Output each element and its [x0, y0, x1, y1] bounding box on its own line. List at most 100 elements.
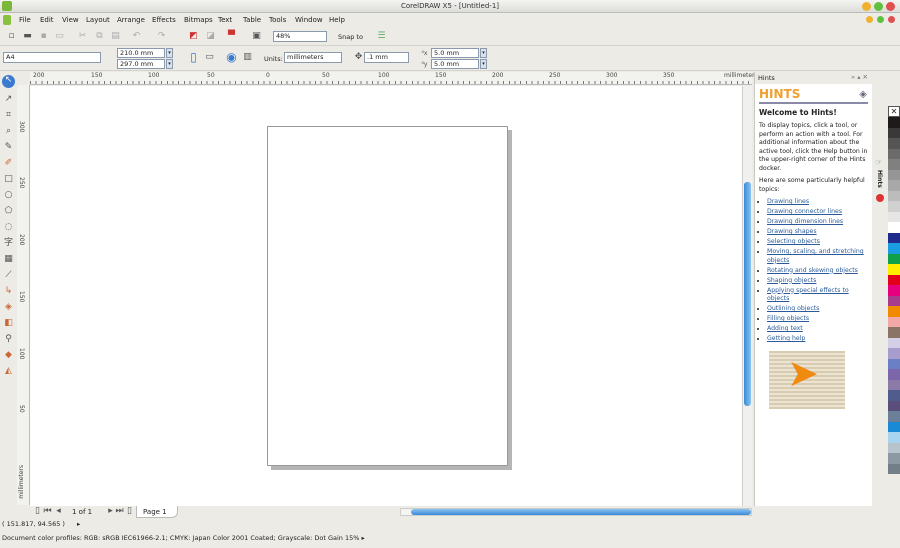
topic-link[interactable]: Drawing connector lines — [767, 208, 842, 215]
welcome-screen-icon[interactable]: ▣ — [251, 31, 262, 42]
menu-window[interactable]: Window — [295, 16, 323, 24]
undo-icon[interactable]: ↶ — [131, 31, 142, 42]
color-swatch[interactable] — [888, 211, 900, 222]
open-icon[interactable]: ▬ — [22, 31, 33, 42]
vertical-scroll-thumb[interactable] — [744, 182, 751, 406]
color-swatch[interactable] — [888, 295, 900, 306]
width-spinner[interactable]: ▾ — [166, 48, 173, 58]
color-swatch[interactable] — [888, 264, 900, 275]
transparency-tool-icon[interactable]: ◧ — [3, 318, 14, 329]
dup-y-spinner[interactable]: ▾ — [480, 59, 487, 69]
color-swatch[interactable] — [888, 222, 900, 233]
topic-link[interactable]: Adding text — [767, 325, 803, 332]
color-swatch[interactable] — [888, 453, 900, 464]
page-height-field[interactable]: 297.0 mm — [117, 59, 165, 69]
horizontal-ruler[interactable]: 200 150 100 50 0 50 100 150 200 250 300 … — [30, 72, 758, 85]
hints-side-tab[interactable]: Hints — [876, 170, 883, 188]
page-tab[interactable]: Page 1 — [136, 506, 178, 518]
color-swatch[interactable] — [888, 337, 900, 348]
topic-link[interactable]: Shaping objects — [767, 277, 816, 284]
height-spinner[interactable]: ▾ — [166, 59, 173, 69]
copy-icon[interactable]: ⧉ — [94, 31, 105, 42]
dup-x-spinner[interactable]: ▾ — [480, 48, 487, 58]
zoom-tool-icon[interactable]: ⌕ — [3, 126, 14, 137]
color-swatch[interactable] — [888, 306, 900, 317]
portrait-icon[interactable]: ▯ — [188, 51, 199, 63]
save-icon[interactable]: ▪ — [38, 31, 49, 42]
paste-icon[interactable]: ▤ — [110, 31, 121, 42]
application-launcher-icon[interactable]: ▀ — [226, 31, 237, 42]
menu-help[interactable]: Help — [329, 16, 345, 24]
color-swatch[interactable] — [888, 232, 900, 243]
menu-tools[interactable]: Tools — [269, 16, 286, 24]
freehand-tool-icon[interactable]: ✎ — [3, 142, 14, 153]
options-icon[interactable]: ☰ — [376, 31, 387, 42]
blend-tool-icon[interactable]: ◈ — [3, 302, 14, 313]
color-swatch[interactable] — [888, 432, 900, 443]
export-icon[interactable]: ◪ — [205, 31, 216, 42]
color-swatch[interactable] — [888, 421, 900, 432]
document-page[interactable] — [267, 126, 508, 466]
menu-layout[interactable]: Layout — [86, 16, 110, 24]
color-swatch[interactable] — [888, 369, 900, 380]
color-swatch[interactable] — [888, 390, 900, 401]
color-swatch[interactable] — [888, 327, 900, 338]
rectangle-tool-icon[interactable]: □ — [3, 174, 14, 185]
page-width-field[interactable]: 210.0 mm — [117, 48, 165, 58]
color-swatch[interactable] — [888, 400, 900, 411]
basic-shapes-icon[interactable]: ◌ — [3, 222, 14, 233]
topic-link[interactable]: Rotating and skewing objects — [767, 267, 858, 274]
color-swatch[interactable] — [888, 201, 900, 212]
color-swatch[interactable] — [888, 117, 900, 128]
minimize-button[interactable] — [862, 2, 871, 11]
fill-tool-icon[interactable]: ◭ — [3, 366, 14, 377]
nudge-field[interactable]: .1 mm — [364, 52, 409, 63]
current-page-icon[interactable]: ▥ — [242, 52, 253, 63]
prev-page-icon[interactable]: ◂ — [53, 506, 64, 517]
horizontal-scroll-thumb[interactable] — [411, 509, 751, 515]
color-swatch[interactable] — [888, 253, 900, 264]
hints-tab-icon[interactable]: ☞ — [875, 158, 882, 167]
menu-edit[interactable]: Edit — [40, 16, 54, 24]
color-swatch[interactable] — [888, 148, 900, 159]
pick-tool-icon[interactable]: ↖ — [2, 75, 15, 88]
menu-file[interactable]: File — [19, 16, 31, 24]
redo-icon[interactable]: ↷ — [156, 31, 167, 42]
menu-view[interactable]: View — [62, 16, 79, 24]
color-swatch[interactable] — [888, 285, 900, 296]
polygon-tool-icon[interactable]: ⬠ — [3, 206, 14, 217]
menu-arrange[interactable]: Arrange — [117, 16, 145, 24]
vertical-ruler[interactable]: 300 250 200 150 100 50 millimeters — [17, 85, 30, 505]
topic-link[interactable]: Drawing shapes — [767, 228, 817, 235]
smart-fill-icon[interactable]: ✐ — [3, 158, 14, 169]
topic-link[interactable]: Drawing dimension lines — [767, 218, 843, 225]
color-swatch[interactable] — [888, 169, 900, 180]
color-swatch[interactable] — [888, 127, 900, 138]
duplicate-y-field[interactable]: 5.0 mm — [431, 59, 479, 69]
all-pages-icon[interactable]: ◉ — [226, 51, 237, 63]
add-page-after-icon[interactable]: ▯ — [124, 506, 135, 517]
expand-arrow-icon[interactable]: ▸ — [77, 520, 80, 528]
color-profiles-status[interactable]: Document color profiles: RGB: sRGB IEC61… — [2, 534, 365, 542]
topic-link[interactable]: Outlining objects — [767, 305, 819, 312]
units-select[interactable]: millimeters — [284, 52, 342, 63]
horizontal-scrollbar[interactable] — [400, 508, 752, 516]
dimension-tool-icon[interactable]: ⟋ — [3, 270, 14, 281]
doc-close-button[interactable] — [888, 16, 895, 23]
close-button[interactable] — [886, 2, 895, 11]
zoom-level-field[interactable]: 48% — [273, 31, 327, 42]
ellipse-tool-icon[interactable]: ○ — [3, 190, 14, 201]
table-tool-icon[interactable]: ▦ — [3, 254, 14, 265]
first-page-icon[interactable]: ⏮ — [42, 506, 53, 517]
color-swatch[interactable] — [888, 138, 900, 149]
topic-link[interactable]: Drawing lines — [767, 198, 809, 205]
color-swatch[interactable] — [888, 463, 900, 474]
color-swatch[interactable] — [888, 379, 900, 390]
topic-link[interactable]: Moving, scaling, and stretching objects — [767, 248, 864, 264]
eyedropper-tool-icon[interactable]: ⚲ — [3, 334, 14, 345]
topic-link[interactable]: Selecting objects — [767, 238, 820, 245]
color-swatch[interactable] — [888, 411, 900, 422]
crop-tool-icon[interactable]: ⌗ — [3, 110, 14, 121]
color-swatch[interactable] — [888, 274, 900, 285]
topic-link[interactable]: Getting help — [767, 335, 805, 342]
